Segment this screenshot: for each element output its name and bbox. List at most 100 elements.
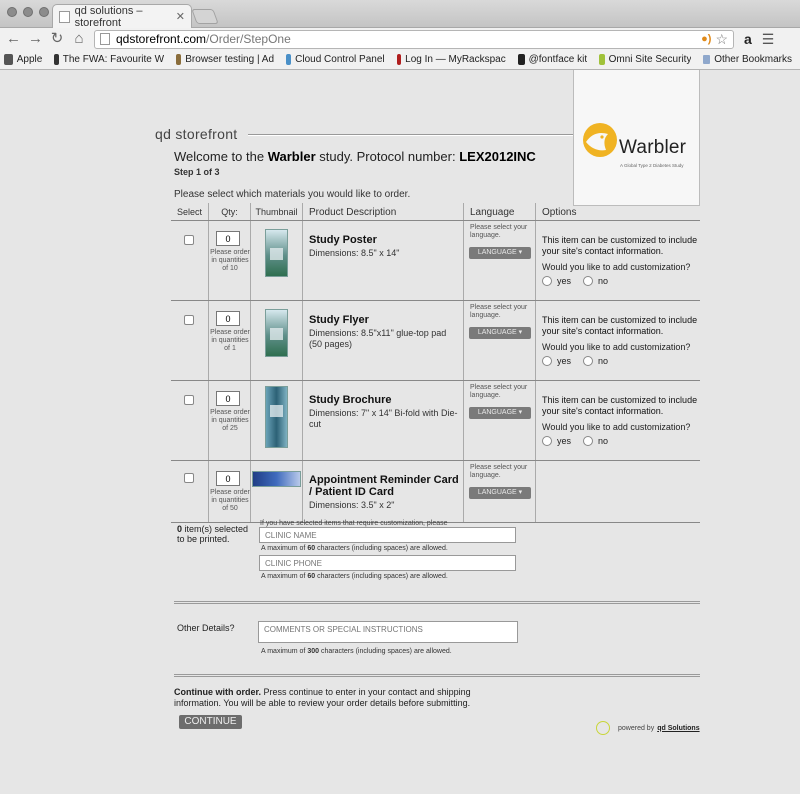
- tab-title: qd solutions – storefront: [74, 4, 143, 29]
- qty-cell: Please order in quantities of 25: [209, 381, 251, 460]
- language-dropdown[interactable]: LANGUAGE ▾: [469, 327, 531, 339]
- bookmark-favicon-icon: [4, 54, 13, 65]
- bookmark-item[interactable]: Cloud Control Panel: [286, 54, 385, 65]
- quantity-note: Please order in quantities of 10: [210, 249, 250, 272]
- quantity-note: Please order in quantities of 50: [210, 489, 250, 512]
- yes-radio[interactable]: [542, 276, 552, 286]
- section-divider: [174, 601, 700, 604]
- bookmark-item[interactable]: Browser testing | Ad: [176, 54, 274, 65]
- powered-by-text: powered by: [618, 724, 655, 732]
- description-cell: Study Poster Dimensions: 8.5" x 14": [303, 221, 464, 300]
- yes-radio[interactable]: [542, 356, 552, 366]
- qty-cell: Please order in quantities of 10: [209, 221, 251, 300]
- bookmark-label: @fontface kit: [528, 54, 588, 65]
- quantity-input[interactable]: [216, 311, 240, 326]
- minimize-window-button[interactable]: [23, 7, 33, 17]
- welcome-prefix: Welcome to the: [174, 149, 265, 164]
- language-dropdown[interactable]: LANGUAGE ▾: [469, 407, 531, 419]
- customization-question: Would you like to add customization?: [542, 262, 691, 272]
- selected-count: 0 item(s) selected to be printed.: [177, 524, 257, 544]
- selected-count-text: item(s) selected to be printed.: [177, 524, 249, 544]
- quantity-input[interactable]: [216, 231, 240, 246]
- page-content: Warbler A Global Type 2 Diabetes Study q…: [0, 70, 800, 794]
- bookmark-item[interactable]: The FWA: Favourite W: [54, 54, 164, 65]
- product-thumbnail[interactable]: [265, 309, 288, 357]
- no-radio[interactable]: [583, 356, 594, 366]
- product-thumbnail[interactable]: [265, 386, 288, 448]
- clinic-phone-limit: A maximum of 60 characters (including sp…: [261, 573, 448, 580]
- limit-prefix: A maximum of: [261, 573, 306, 580]
- site-brand: qd storefront: [155, 126, 238, 142]
- tab-favicon-icon: [59, 10, 70, 23]
- browser-menu-icon[interactable]: ☰: [762, 31, 775, 48]
- thumbnail-cell: [251, 301, 303, 380]
- clinic-name-input[interactable]: [259, 527, 516, 543]
- language-dropdown[interactable]: LANGUAGE ▾: [469, 247, 531, 259]
- logo-tagline: A Global Type 2 Diabetes Study: [620, 163, 684, 168]
- table-row: Please order in quantities of 25 Study Br…: [171, 381, 700, 461]
- amazon-extension-icon[interactable]: a: [744, 31, 752, 47]
- product-dimensions: Dimensions: 7" x 14" Bi-fold with Die-cu…: [309, 408, 458, 429]
- select-checkbox[interactable]: [184, 395, 194, 405]
- thumbnail-cell: [251, 221, 303, 300]
- product-thumbnail[interactable]: [252, 471, 301, 487]
- continue-button[interactable]: CONTINUE: [179, 715, 242, 729]
- other-bookmarks[interactable]: Other Bookmarks: [703, 54, 792, 65]
- customization-choice: yes no: [542, 436, 608, 446]
- rss-icon[interactable]: ●): [701, 33, 711, 45]
- clinic-phone-input[interactable]: [259, 555, 516, 571]
- product-dimensions: Dimensions: 8.5"x11" glue-top pad (50 pa…: [309, 328, 447, 349]
- bookmark-label: Omni Site Security: [608, 54, 692, 65]
- qd-solutions-logo-icon: [596, 721, 610, 735]
- brand-divider: [248, 134, 573, 136]
- select-checkbox[interactable]: [184, 473, 194, 483]
- language-dropdown[interactable]: LANGUAGE ▾: [469, 487, 531, 499]
- language-cell: Please select your language. LANGUAGE ▾: [464, 461, 536, 522]
- tab-close-icon[interactable]: ✕: [176, 10, 185, 23]
- product-thumbnail[interactable]: [265, 229, 288, 277]
- quantity-input[interactable]: [216, 391, 240, 406]
- table-row: Please order in quantities of 50 Appointm…: [171, 461, 700, 523]
- customization-info: This item can be customized to include y…: [542, 395, 698, 416]
- logo-wordmark: Warbler: [619, 137, 687, 158]
- no-radio[interactable]: [583, 276, 594, 286]
- quantity-note: Please order in quantities of 25: [210, 409, 250, 432]
- no-radio[interactable]: [583, 436, 594, 446]
- bookmark-star-icon[interactable]: ☆: [715, 31, 728, 48]
- description-cell: Study Flyer Dimensions: 8.5"x11" glue-top…: [303, 301, 464, 380]
- address-bar[interactable]: qdstorefront.com /Order/StepOne ●) ☆: [94, 29, 734, 49]
- bookmark-favicon-icon: [54, 54, 59, 65]
- comments-textarea[interactable]: [258, 621, 518, 643]
- bookmark-item[interactable]: Log In — MyRackspac: [396, 54, 506, 65]
- quantity-input[interactable]: [216, 471, 240, 486]
- continue-heading: Continue with order.: [174, 687, 261, 697]
- close-window-button[interactable]: [7, 7, 17, 17]
- bookmark-item[interactable]: Omni Site Security: [599, 54, 691, 65]
- comments-limit: A maximum of 300 characters (including s…: [261, 648, 452, 655]
- thumbnail-cell: [251, 461, 303, 522]
- yes-radio[interactable]: [542, 436, 552, 446]
- back-icon[interactable]: ←: [6, 31, 21, 46]
- customization-info: This item can be customized to include y…: [542, 235, 698, 256]
- home-icon[interactable]: ⌂: [72, 31, 86, 46]
- bookmark-favicon-icon: [599, 54, 605, 65]
- window-controls: [7, 7, 49, 17]
- reload-icon[interactable]: ↻: [50, 31, 64, 46]
- url-path: /Order/StepOne: [206, 32, 291, 46]
- limit-count: 60: [307, 545, 316, 552]
- bookmark-item[interactable]: @fontface kit: [517, 54, 588, 65]
- zoom-window-button[interactable]: [39, 7, 49, 17]
- select-checkbox[interactable]: [184, 315, 194, 325]
- instructions: Please select which materials you would …: [174, 189, 411, 200]
- select-checkbox[interactable]: [184, 235, 194, 245]
- powered-by-link[interactable]: qd Solutions: [657, 725, 699, 732]
- bookmark-item[interactable]: Apple: [4, 54, 42, 65]
- browser-tab[interactable]: qd solutions – storefront ✕: [52, 4, 192, 29]
- new-tab-button[interactable]: [191, 9, 219, 24]
- product-dimensions: Dimensions: 3.5" x 2": [309, 500, 395, 510]
- forward-icon[interactable]: →: [28, 31, 43, 46]
- yes-label: yes: [557, 276, 572, 286]
- select-cell: [171, 381, 209, 460]
- language-cell: Please select your language. LANGUAGE ▾: [464, 381, 536, 460]
- select-cell: [171, 301, 209, 380]
